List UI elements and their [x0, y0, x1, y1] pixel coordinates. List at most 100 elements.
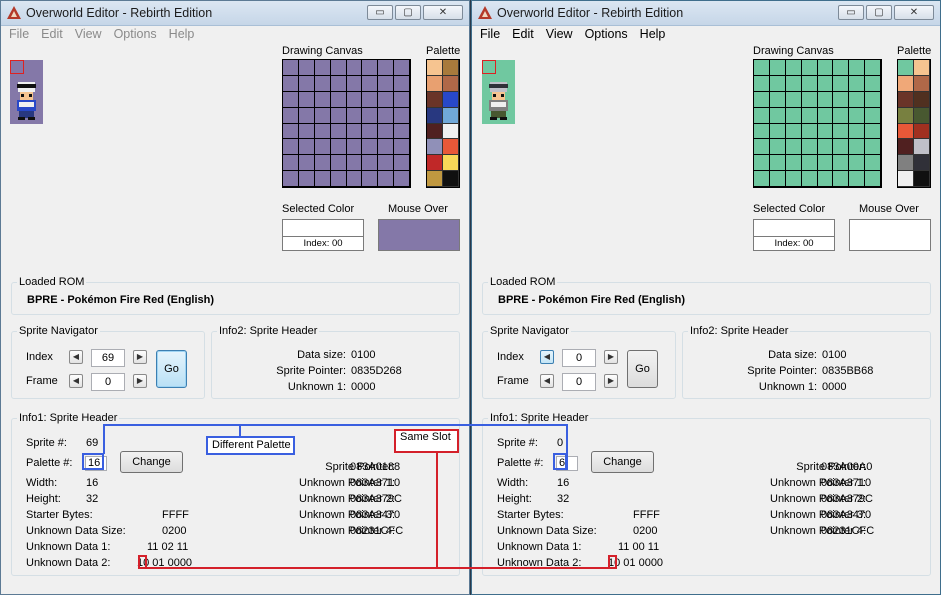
- canvas-pixel[interactable]: [833, 155, 850, 172]
- frame-prev-button[interactable]: ◀: [69, 374, 83, 388]
- canvas-pixel[interactable]: [314, 60, 331, 76]
- canvas-pixel[interactable]: [849, 139, 866, 156]
- palette-swatch-4[interactable]: [898, 91, 914, 108]
- canvas-pixel[interactable]: [362, 139, 379, 156]
- palette-swatches[interactable]: [897, 59, 931, 188]
- canvas-pixel[interactable]: [314, 107, 331, 124]
- canvas-pixel[interactable]: [801, 155, 818, 172]
- palette-swatch-7[interactable]: [914, 107, 930, 124]
- canvas-pixel[interactable]: [754, 60, 770, 76]
- palette-swatch-13[interactable]: [914, 155, 930, 172]
- canvas-pixel[interactable]: [394, 171, 410, 187]
- palette-swatch-8[interactable]: [427, 123, 443, 140]
- frame-input[interactable]: 0: [91, 373, 125, 391]
- canvas-pixel[interactable]: [849, 123, 866, 140]
- canvas-pixel[interactable]: [378, 155, 395, 172]
- canvas-pixel[interactable]: [362, 123, 379, 140]
- canvas-pixel[interactable]: [754, 91, 770, 108]
- palette-swatch-8[interactable]: [898, 123, 914, 140]
- palette-swatch-12[interactable]: [898, 155, 914, 172]
- canvas-pixel[interactable]: [346, 75, 363, 92]
- palette-swatch-15[interactable]: [443, 171, 459, 187]
- canvas-pixel[interactable]: [833, 123, 850, 140]
- canvas-pixel[interactable]: [314, 75, 331, 92]
- canvas-pixel[interactable]: [833, 139, 850, 156]
- canvas-pixel[interactable]: [362, 107, 379, 124]
- palette-swatch-0[interactable]: [427, 60, 443, 76]
- canvas-pixel[interactable]: [865, 107, 881, 124]
- index-input[interactable]: 0: [562, 349, 596, 367]
- canvas-pixel[interactable]: [330, 60, 347, 76]
- palette-swatch-9[interactable]: [914, 123, 930, 140]
- go-button[interactable]: Go: [627, 350, 658, 388]
- canvas-pixel[interactable]: [378, 171, 395, 187]
- palette-swatch-1[interactable]: [443, 60, 459, 76]
- index-input[interactable]: 69: [91, 349, 125, 367]
- canvas-pixel[interactable]: [785, 60, 802, 76]
- maximize-button[interactable]: ▢: [866, 5, 892, 20]
- change-palette-button[interactable]: Change: [591, 451, 654, 473]
- canvas-pixel[interactable]: [283, 139, 299, 156]
- menu-help[interactable]: Help: [640, 25, 666, 43]
- menu-edit[interactable]: Edit: [41, 25, 63, 43]
- canvas-pixel[interactable]: [849, 155, 866, 172]
- canvas-pixel[interactable]: [785, 155, 802, 172]
- palette-swatch-11[interactable]: [914, 139, 930, 156]
- canvas-pixel[interactable]: [754, 123, 770, 140]
- palette-swatches[interactable]: [426, 59, 460, 188]
- canvas-pixel[interactable]: [394, 123, 410, 140]
- canvas-pixel[interactable]: [378, 60, 395, 76]
- canvas-pixel[interactable]: [849, 171, 866, 187]
- menu-file[interactable]: File: [9, 25, 29, 43]
- canvas-pixel[interactable]: [283, 60, 299, 76]
- canvas-pixel[interactable]: [785, 139, 802, 156]
- canvas-pixel[interactable]: [378, 139, 395, 156]
- palette-swatch-5[interactable]: [914, 91, 930, 108]
- frame-prev-button[interactable]: ◀: [540, 374, 554, 388]
- palette-swatch-1[interactable]: [914, 60, 930, 76]
- canvas-pixel[interactable]: [785, 123, 802, 140]
- canvas-pixel[interactable]: [801, 75, 818, 92]
- canvas-pixel[interactable]: [801, 171, 818, 187]
- palette-swatch-13[interactable]: [443, 155, 459, 172]
- minimize-button[interactable]: ▭: [367, 5, 393, 20]
- canvas-pixel[interactable]: [801, 139, 818, 156]
- canvas-pixel[interactable]: [378, 107, 395, 124]
- menu-edit[interactable]: Edit: [512, 25, 534, 43]
- close-button[interactable]: ✕: [894, 5, 934, 20]
- frame-next-button[interactable]: ▶: [604, 374, 618, 388]
- canvas-pixel[interactable]: [865, 139, 881, 156]
- canvas-pixel[interactable]: [314, 139, 331, 156]
- title-bar[interactable]: Overworld Editor - Rebirth Edition ▭ ▢ ✕: [1, 1, 469, 26]
- canvas-pixel[interactable]: [865, 91, 881, 108]
- index-prev-button[interactable]: ◀: [540, 350, 554, 364]
- palette-swatch-4[interactable]: [427, 91, 443, 108]
- canvas-pixel[interactable]: [362, 91, 379, 108]
- canvas-pixel[interactable]: [298, 107, 315, 124]
- canvas-pixel[interactable]: [298, 123, 315, 140]
- canvas-pixel[interactable]: [362, 155, 379, 172]
- canvas-pixel[interactable]: [346, 91, 363, 108]
- canvas-pixel[interactable]: [849, 75, 866, 92]
- canvas-pixel[interactable]: [330, 123, 347, 140]
- canvas-pixel[interactable]: [754, 107, 770, 124]
- palette-swatch-10[interactable]: [898, 139, 914, 156]
- canvas-pixel[interactable]: [346, 171, 363, 187]
- menu-help[interactable]: Help: [169, 25, 195, 43]
- menu-options[interactable]: Options: [585, 25, 628, 43]
- canvas-pixel[interactable]: [298, 75, 315, 92]
- canvas-pixel[interactable]: [330, 171, 347, 187]
- palette-swatch-9[interactable]: [443, 123, 459, 140]
- canvas-pixel[interactable]: [283, 171, 299, 187]
- canvas-pixel[interactable]: [362, 60, 379, 76]
- canvas-pixel[interactable]: [283, 91, 299, 108]
- canvas-pixel[interactable]: [754, 139, 770, 156]
- canvas-pixel[interactable]: [346, 60, 363, 76]
- canvas-pixel[interactable]: [314, 171, 331, 187]
- maximize-button[interactable]: ▢: [395, 5, 421, 20]
- palette-swatch-3[interactable]: [914, 75, 930, 92]
- palette-swatch-0[interactable]: [898, 60, 914, 76]
- canvas-pixel[interactable]: [865, 60, 881, 76]
- canvas-pixel[interactable]: [330, 139, 347, 156]
- canvas-pixel[interactable]: [849, 60, 866, 76]
